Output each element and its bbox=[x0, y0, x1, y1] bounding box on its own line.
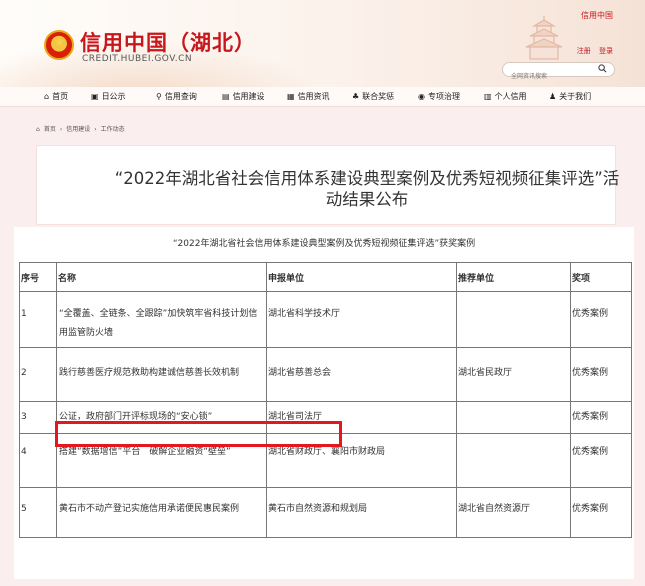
cell-applicant: 湖北省科学技术厅 bbox=[266, 291, 457, 348]
table-caption: “2022年湖北省社会信用体系建设典型案例及优秀短视频征集评选”获奖案例 bbox=[172, 239, 476, 249]
article-title-card: “2022年湖北省社会信用体系建设典型案例及优秀短视频征集评选”活动结果公布 bbox=[36, 145, 619, 225]
table-header-row: 序号 名称 申报单位 推荐单位 奖项 bbox=[19, 262, 632, 292]
cell-no: 4 bbox=[19, 433, 57, 488]
cell-name: 公证，政府部门开评标现场的“安心锁” bbox=[56, 401, 267, 434]
cell-name: 黄石市不动产登记实施信用承诺便民惠民案例 bbox=[56, 487, 267, 538]
cell-no: 5 bbox=[19, 487, 57, 538]
search-icon[interactable] bbox=[598, 64, 607, 73]
search-box bbox=[502, 62, 615, 83]
cell-award: 优秀案例 bbox=[570, 401, 632, 434]
header-award: 奖项 bbox=[570, 262, 632, 292]
cell-applicant: 黄石市自然资源和规划局 bbox=[266, 487, 457, 538]
article-title: “2022年湖北省社会信用体系建设典型案例及优秀短视频征集评选”活动结果公布 bbox=[114, 169, 620, 209]
nav-item-daily-publicity[interactable]: ▣ 日公示 bbox=[91, 91, 126, 102]
news-icon: ▦ bbox=[287, 92, 295, 101]
cell-applicant: 湖北省司法厅 bbox=[266, 401, 457, 434]
home-icon: ⌂ bbox=[36, 126, 40, 133]
nav-item-personal-credit[interactable]: ▥ 个人信用 bbox=[484, 91, 527, 102]
id-card-icon: ▥ bbox=[484, 92, 492, 101]
cell-applicant: 湖北省财政厅、襄阳市财政局 bbox=[266, 433, 457, 488]
site-url: CREDIT.HUBEI.GOV.CN bbox=[82, 54, 193, 64]
building-icon: ▤ bbox=[222, 92, 230, 101]
cell-recommender: 湖北省自然资源厅 bbox=[456, 487, 571, 538]
site-title[interactable]: 信用中国（湖北） bbox=[80, 27, 256, 57]
header-name: 名称 bbox=[56, 262, 267, 292]
nav-item-credit-query[interactable]: ⚲ 信用查询 bbox=[156, 91, 197, 102]
chevron-right-icon: › bbox=[94, 126, 97, 133]
cell-award: 优秀案例 bbox=[570, 433, 632, 488]
shield-icon: ◉ bbox=[418, 92, 425, 101]
cell-name: 践行慈善医疗规范救助构建诚信慈善长效机制 bbox=[56, 347, 267, 402]
chevron-right-icon: › bbox=[59, 126, 63, 133]
cell-no: 1 bbox=[19, 291, 57, 348]
header-no: 序号 bbox=[19, 262, 57, 292]
auth-links: 注册 登录 bbox=[571, 46, 613, 56]
cell-recommender bbox=[456, 433, 571, 488]
login-link[interactable]: 登录 bbox=[599, 47, 613, 55]
search-input[interactable] bbox=[503, 70, 593, 83]
cell-recommender bbox=[456, 401, 571, 434]
award-cases-table: 序号 名称 申报单位 推荐单位 奖项 1 “全覆盖、全链条、全跟踪”加快筑牢省科… bbox=[19, 262, 632, 538]
breadcrumb-credit-construction[interactable]: 信用建设 bbox=[66, 126, 90, 133]
cell-no: 3 bbox=[19, 401, 57, 434]
user-icon: ♟ bbox=[549, 92, 557, 101]
cell-name: 搭建“数据增信”平台 破解企业融资“壁垒” bbox=[56, 433, 267, 488]
cell-applicant: 湖北省慈善总会 bbox=[266, 347, 457, 402]
calendar-icon: ▣ bbox=[91, 92, 99, 101]
site-header: 信用中国（湖北） CREDIT.HUBEI.GOV.CN 信用中国 注册 登录 bbox=[0, 0, 645, 87]
nav-item-special-governance[interactable]: ◉ 专项治理 bbox=[418, 91, 460, 102]
people-icon: ♣ bbox=[352, 92, 360, 101]
table-row: 2 践行慈善医疗规范救助构建诚信慈善长效机制 湖北省慈善总会 湖北省民政厅 优秀… bbox=[19, 347, 632, 402]
cell-recommender: 湖北省民政厅 bbox=[456, 347, 571, 402]
credit-china-link[interactable]: 信用中国 bbox=[581, 10, 613, 21]
table-row: 1 “全覆盖、全链条、全跟踪”加快筑牢省科技计划信用监管防火墙 湖北省科学技术厅… bbox=[19, 291, 632, 348]
cell-name: “全覆盖、全链条、全跟踪”加快筑牢省科技计划信用监管防火墙 bbox=[56, 291, 267, 348]
main-nav: ⌂ 首页 ▣ 日公示 ⚲ 信用查询 ▤ 信用建设 ▦ 信用资讯 ♣ 联合奖惩 ◉ 专项治理 ▥… bbox=[0, 87, 645, 107]
nav-item-credit-news[interactable]: ▦ 信用资讯 bbox=[287, 91, 330, 102]
table-row: 5 黄石市不动产登记实施信用承诺便民惠民案例 黄石市自然资源和规划局 湖北省自然… bbox=[19, 487, 632, 538]
nav-item-joint-reward-punish[interactable]: ♣ 联合奖惩 bbox=[352, 91, 394, 102]
header-applicant: 申报单位 bbox=[266, 262, 457, 292]
yellow-crane-tower-icon bbox=[525, 16, 563, 60]
article-body: “2022年湖北省社会信用体系建设典型案例及优秀短视频征集评选”获奖案例 序号 … bbox=[14, 227, 634, 579]
header-recommender: 推荐单位 bbox=[456, 262, 571, 292]
home-icon: ⌂ bbox=[44, 92, 50, 101]
cell-award: 优秀案例 bbox=[570, 291, 632, 348]
breadcrumb-work-news[interactable]: 工作动态 bbox=[101, 126, 125, 133]
nav-item-credit-construction[interactable]: ▤ 信用建设 bbox=[222, 91, 265, 102]
table-row: 4 搭建“数据增信”平台 破解企业融资“壁垒” 湖北省财政厅、襄阳市财政局 优秀… bbox=[19, 433, 632, 488]
register-link[interactable]: 注册 bbox=[577, 47, 591, 55]
cell-award: 优秀案例 bbox=[570, 347, 632, 402]
search-icon: ⚲ bbox=[156, 92, 162, 101]
breadcrumb: ⌂ 首页 › 信用建设 › 工作动态 bbox=[36, 124, 129, 133]
nav-item-about-us[interactable]: ♟ 关于我们 bbox=[549, 91, 591, 102]
cell-award: 优秀案例 bbox=[570, 487, 632, 538]
nav-item-home[interactable]: ⌂ 首页 bbox=[44, 91, 68, 102]
breadcrumb-home[interactable]: 首页 bbox=[44, 126, 56, 133]
cell-recommender bbox=[456, 291, 571, 348]
national-emblem-icon bbox=[44, 30, 74, 60]
table-row: 3 公证，政府部门开评标现场的“安心锁” 湖北省司法厅 优秀案例 bbox=[19, 401, 632, 434]
cell-no: 2 bbox=[19, 347, 57, 402]
